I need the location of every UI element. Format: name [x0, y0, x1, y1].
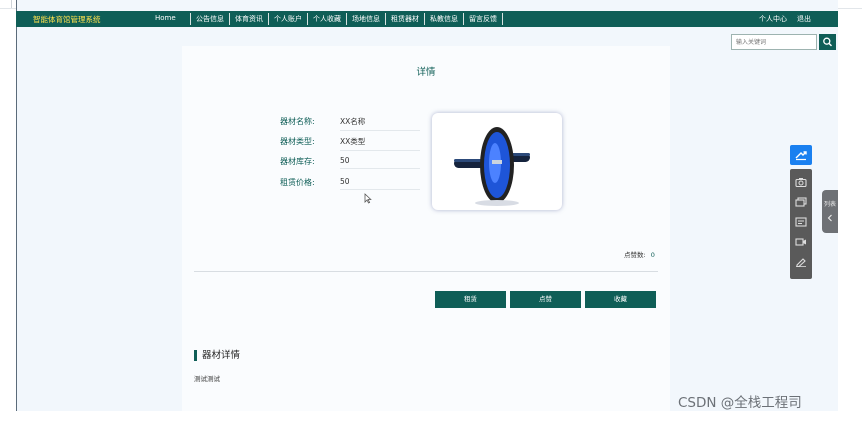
nav-home[interactable]: Home [155, 14, 176, 22]
side-list-label: 列表 [823, 201, 836, 208]
logout-link[interactable]: 退出 [797, 14, 811, 24]
nav-item-equipment-rental[interactable]: 租赁器材 [386, 13, 425, 25]
nav-item-sports-news[interactable]: 体育资讯 [230, 13, 269, 25]
camera-icon[interactable] [795, 177, 807, 187]
divider [194, 271, 658, 272]
detail-title: 详情 [416, 67, 436, 78]
window-corner-left [0, 0, 12, 8]
window-icon[interactable] [795, 197, 807, 207]
nav-menu: 公告信息 体育资讯 个人账户 个人收藏 场地信息 租赁器材 私教信息 留言反馈 [190, 13, 503, 25]
field-value-price: 50 [340, 177, 420, 190]
csdn-watermark: CSDN @全栈工程司 [678, 395, 802, 411]
collect-button[interactable]: 收藏 [585, 291, 656, 308]
share-icon [795, 151, 807, 161]
equipment-image [432, 113, 562, 210]
likes-label: 点赞数: [624, 251, 646, 259]
nav-item-announcements[interactable]: 公告信息 [190, 13, 230, 25]
nav-item-my-favorites[interactable]: 个人收藏 [308, 13, 347, 25]
floating-toolbar [790, 145, 812, 279]
top-navbar: 智能体育馆管理系统 Home 公告信息 体育资讯 个人账户 个人收藏 场地信息 … [16, 11, 838, 27]
search-icon [823, 37, 832, 47]
section-body: 测试测试 [194, 375, 220, 383]
nav-item-venue-info[interactable]: 场地信息 [347, 13, 386, 25]
detail-card: 详情 器材名称: XX名称 器材类型: XX类型 器材库存: 50 租赁价格: … [182, 46, 670, 411]
video-icon[interactable] [795, 237, 807, 247]
pdf-icon[interactable] [795, 217, 807, 227]
field-value-type: XX类型 [340, 136, 420, 151]
side-list-tab[interactable]: 列表 [822, 190, 838, 233]
field-label-name: 器材名称: [280, 117, 315, 126]
mouse-cursor-icon [364, 193, 372, 204]
rent-button[interactable]: 租赁 [435, 291, 506, 308]
site-title: 智能体育馆管理系统 [33, 15, 101, 24]
search-button[interactable] [819, 34, 836, 50]
nav-item-feedback[interactable]: 留言反馈 [464, 13, 503, 25]
ab-wheel-picture [454, 127, 530, 206]
pen-icon[interactable] [795, 257, 807, 267]
section-title: 器材详情 [194, 350, 240, 361]
field-label-type: 器材类型: [280, 137, 315, 146]
likes-count: 0 [650, 251, 655, 259]
field-label-stock: 器材库存: [280, 157, 315, 166]
toolbar-panel [790, 169, 812, 279]
nav-item-personal-account[interactable]: 个人账户 [269, 13, 308, 25]
chevron-left-icon [827, 214, 832, 222]
share-button[interactable] [790, 145, 812, 165]
user-center-link[interactable]: 个人中心 [759, 14, 787, 24]
search-input[interactable] [731, 34, 817, 50]
field-label-price: 租赁价格: [280, 178, 315, 187]
field-value-stock: 50 [340, 156, 420, 169]
nav-item-private-coach[interactable]: 私教信息 [425, 13, 464, 25]
likes-counter: 点赞数: 0 [624, 249, 655, 259]
like-button[interactable]: 点赞 [510, 291, 581, 308]
field-value-name: XX名称 [340, 116, 420, 131]
